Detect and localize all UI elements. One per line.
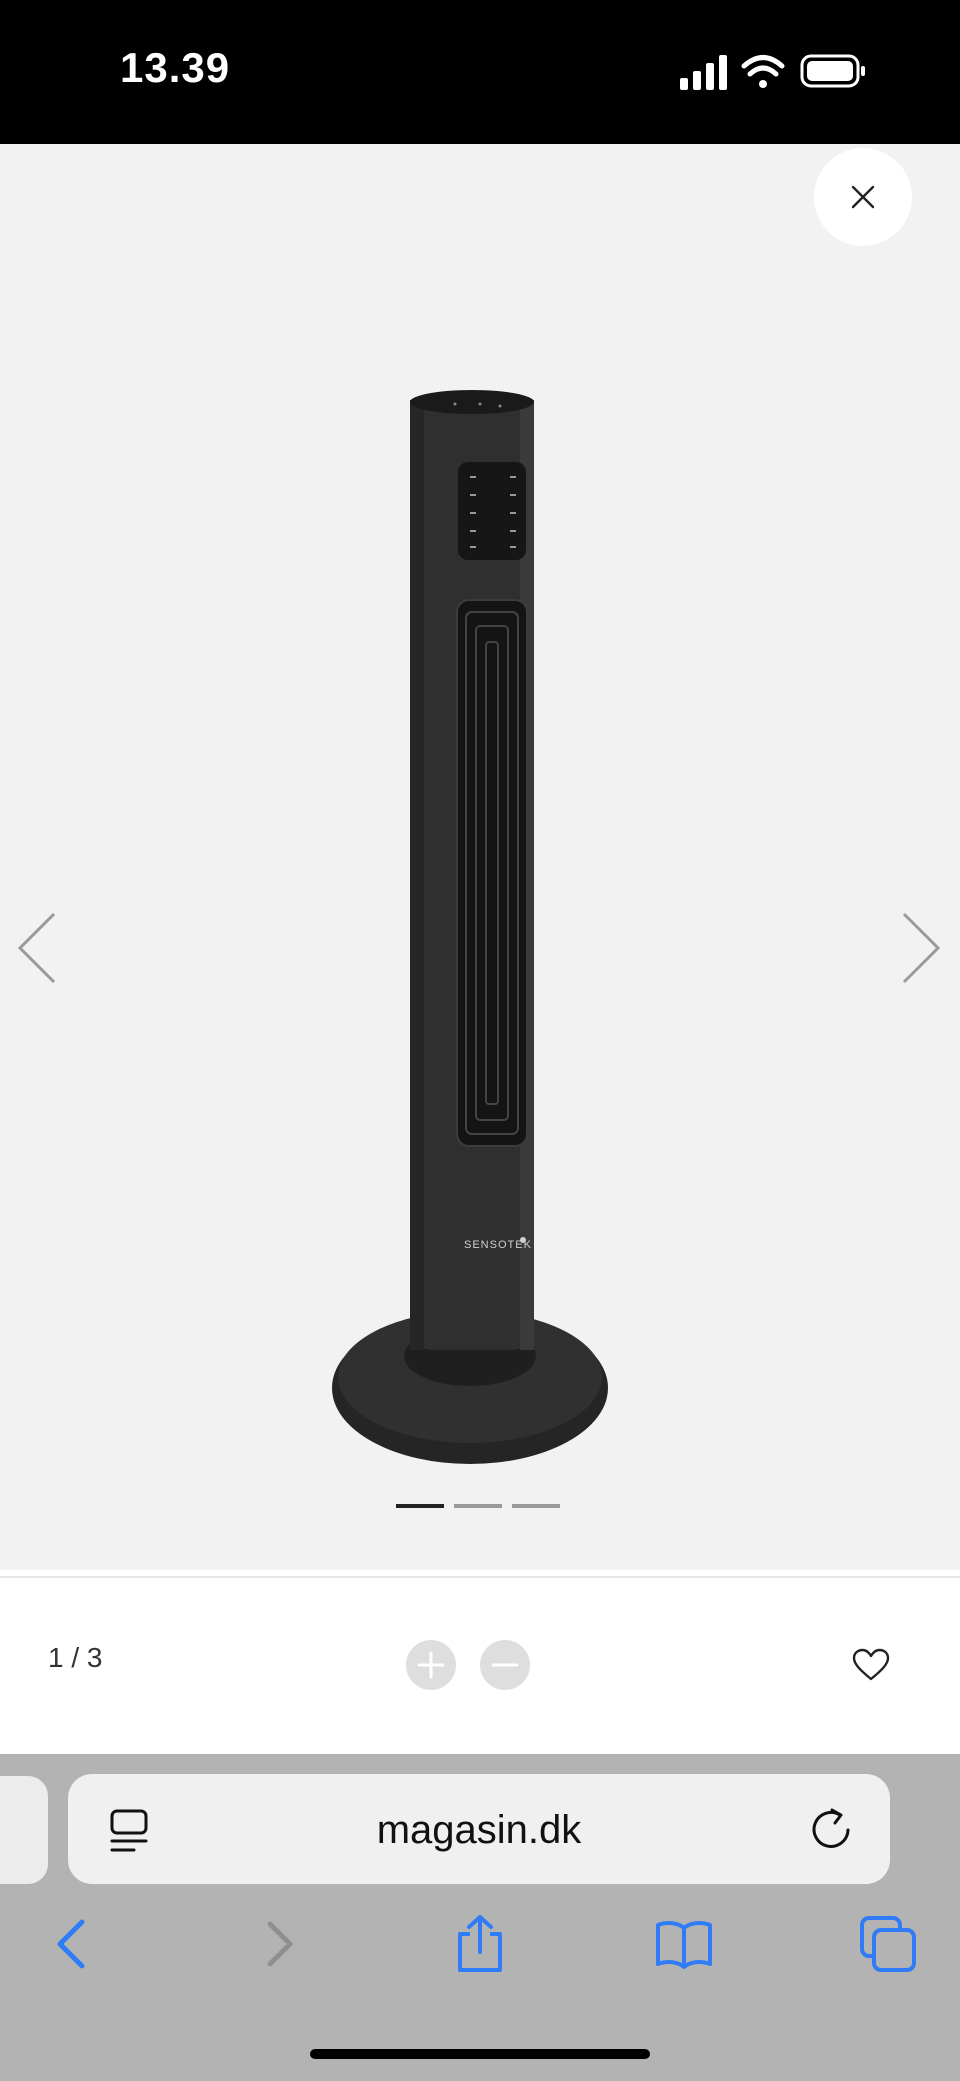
product-image-gallery[interactable]: SENSOTEK — [0, 144, 960, 1570]
bookmarks-icon[interactable] — [654, 1914, 714, 1974]
previous-tab-preview[interactable] — [0, 1776, 48, 1884]
gallery-controls: 1 / 3 — [0, 1578, 960, 1754]
carousel-dot[interactable] — [454, 1504, 502, 1508]
status-bar: 13.39 — [0, 0, 960, 144]
zoom-in-button[interactable] — [406, 1640, 456, 1690]
carousel-dot[interactable] — [512, 1504, 560, 1508]
home-indicator — [310, 2049, 650, 2059]
reload-icon[interactable] — [808, 1806, 854, 1852]
battery-icon — [800, 54, 865, 88]
heart-icon[interactable] — [852, 1648, 890, 1682]
next-image-arrow[interactable] — [896, 908, 946, 988]
previous-image-arrow[interactable] — [12, 908, 62, 988]
carousel-dot[interactable] — [396, 1504, 444, 1508]
close-icon — [851, 185, 875, 209]
close-button[interactable] — [814, 148, 912, 246]
address-bar[interactable]: magasin.dk — [68, 1774, 890, 1884]
cellular-signal-icon — [680, 55, 727, 90]
back-icon[interactable] — [42, 1914, 102, 1974]
image-counter: 1 / 3 — [48, 1642, 103, 1673]
url-text[interactable]: magasin.dk — [68, 1808, 890, 1853]
forward-icon[interactable] — [250, 1914, 310, 1974]
browser-toolbar: magasin.dk — [0, 1754, 960, 2081]
status-icons — [680, 52, 880, 92]
zoom-out-button[interactable] — [480, 1640, 530, 1690]
status-time: 13.39 — [120, 44, 231, 91]
zoom-out-icon — [491, 1663, 519, 1667]
zoom-in-icon — [417, 1651, 445, 1679]
share-icon[interactable] — [450, 1914, 510, 1974]
product-image[interactable]: SENSOTEK — [320, 244, 620, 1514]
tabs-icon[interactable] — [858, 1914, 918, 1974]
wifi-icon — [741, 55, 785, 88]
